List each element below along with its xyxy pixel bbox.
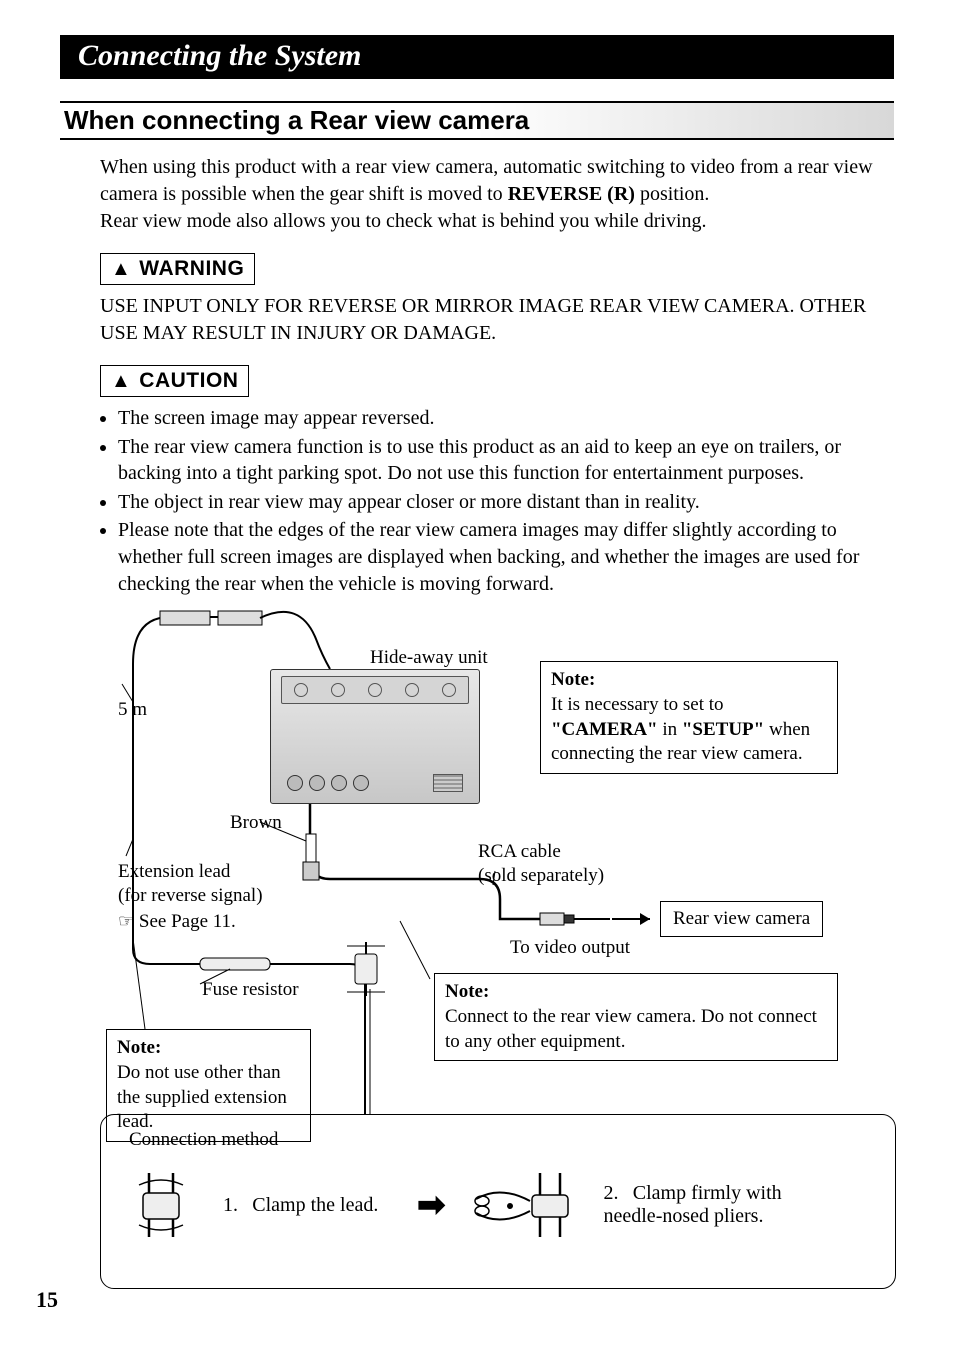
clamp-illustration-1 (129, 1165, 199, 1245)
see-page-ref: ☞ See Page 11. (118, 911, 236, 933)
note-heading: Note: (117, 1037, 161, 1058)
vent-icon (433, 774, 463, 792)
clamp-illustration-2 (470, 1165, 580, 1245)
note-heading: Note: (445, 981, 489, 1002)
warning-body: USE INPUT ONLY FOR REVERSE OR MIRROR IMA… (100, 293, 884, 347)
step-1: 1. Clamp the lead. (223, 1194, 393, 1217)
section-heading: When connecting a Rear view camera (60, 101, 894, 140)
knob-icon (331, 775, 347, 791)
intro-text-a: When using this product with a rear view… (100, 156, 873, 205)
step-2: 2. Clamp firmly with needle-nosed pliers… (604, 1182, 794, 1228)
note-bold-camera: "CAMERA" (551, 719, 658, 740)
port-icon (442, 683, 456, 697)
list-item: Please note that the edges of the rear v… (118, 517, 884, 597)
list-item: The screen image may appear reversed. (118, 405, 884, 432)
note-text: Connect to the rear view camera. Do not … (445, 1006, 817, 1052)
warning-label: WARNING (139, 257, 244, 281)
caution-list: The screen image may appear reversed. Th… (118, 405, 884, 597)
hideaway-top-ports (281, 676, 469, 704)
see-page-text: See Page 11. (139, 911, 236, 932)
connection-method-title: Connection method (129, 1129, 867, 1151)
hideaway-bottom-ports (281, 769, 469, 797)
five-m-label: 5 m (118, 699, 147, 721)
list-item: The object in rear view may appear close… (118, 489, 884, 516)
port-icon (294, 683, 308, 697)
rear-view-camera-box: Rear view camera (660, 901, 823, 937)
pointer-hand-icon: ☞ (118, 911, 134, 931)
knob-icon (309, 775, 325, 791)
list-item: The rear view camera function is to use … (118, 434, 884, 487)
note-camera-setup: Note: It is necessary to set to "CAMERA"… (540, 661, 838, 774)
hideaway-unit-illustration (270, 669, 480, 804)
port-icon (331, 683, 345, 697)
note-heading: Note: (551, 669, 595, 690)
port-icon (405, 683, 419, 697)
chapter-title: Connecting the System (60, 35, 894, 79)
note-bold-setup: "SETUP" (682, 719, 764, 740)
intro-text-b: position. (635, 183, 709, 205)
reverse-bold: REVERSE (R) (508, 183, 635, 205)
warning-badge: ▲ WARNING (100, 253, 255, 285)
caution-label: CAUTION (139, 369, 238, 393)
note-text: It is necessary to set to (551, 694, 724, 715)
rca-label-2: (sold separately) (478, 865, 604, 887)
extension-lead-label-2: (for reverse signal) (118, 885, 263, 907)
connection-diagram: Hide-away unit 5 m Brown Extension lead … (100, 609, 896, 1299)
hideaway-label: Hide-away unit (370, 647, 488, 669)
to-video-output-label: To video output (510, 937, 630, 959)
intro-paragraph: When using this product with a rear view… (100, 154, 884, 235)
step-2-text: Clamp firmly with needle-nosed pliers. (604, 1182, 782, 1227)
rear-view-camera-label: Rear view camera (673, 908, 810, 929)
note-connect-camera: Note: Connect to the rear view camera. D… (434, 973, 838, 1061)
arrow-right-icon: ➡ (417, 1185, 446, 1225)
fuse-resistor-label: Fuse resistor (202, 979, 299, 1001)
connection-method-box: Connection method 1. Clamp the lead. ➡ (100, 1114, 896, 1289)
knob-icon (353, 775, 369, 791)
step-1-num: 1. (223, 1194, 238, 1216)
warning-triangle-icon: ▲ (111, 258, 131, 281)
step-1-text: Clamp the lead. (252, 1194, 378, 1216)
intro-line2: Rear view mode also allows you to check … (100, 210, 707, 232)
knob-icon (287, 775, 303, 791)
extension-lead-label-1: Extension lead (118, 861, 230, 883)
caution-triangle-icon: ▲ (111, 370, 131, 393)
port-icon (368, 683, 382, 697)
brown-label: Brown (230, 812, 282, 834)
note-text: in (658, 719, 682, 740)
caution-badge: ▲ CAUTION (100, 365, 249, 397)
rca-label-1: RCA cable (478, 841, 561, 863)
step-2-num: 2. (604, 1182, 619, 1204)
page-number: 15 (36, 1287, 58, 1313)
